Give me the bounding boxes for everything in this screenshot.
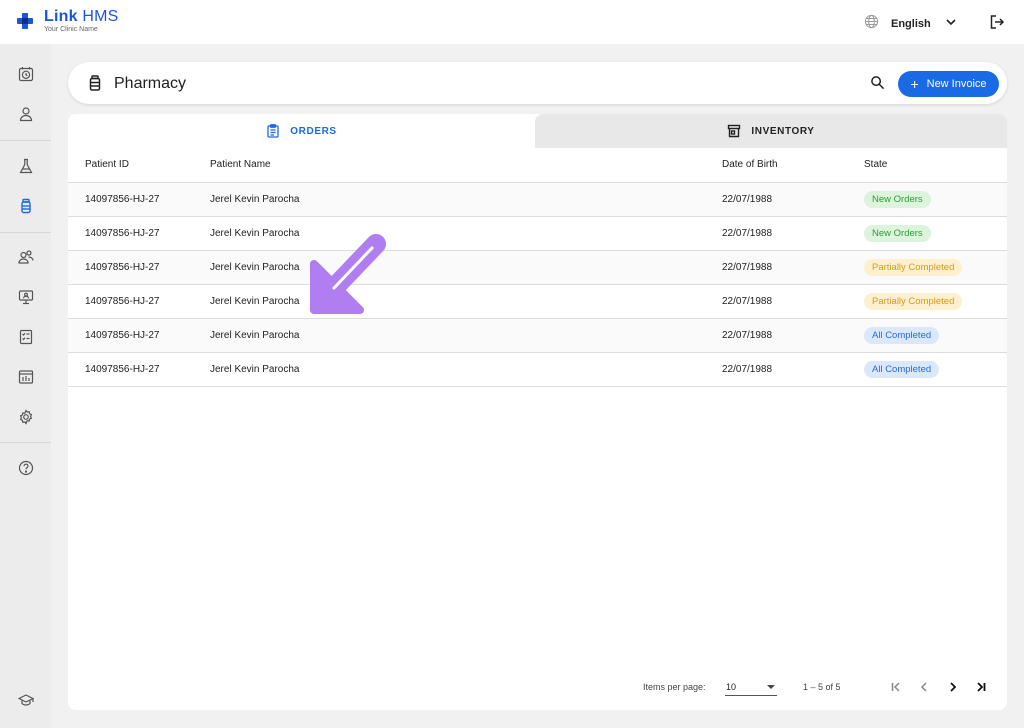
orders-table: Patient ID Patient Name Date of Birth St… <box>68 148 1007 387</box>
gear-icon[interactable] <box>13 404 39 430</box>
column-header-patient-id[interactable]: Patient ID <box>68 148 210 183</box>
column-header-state[interactable]: State <box>864 148 1007 183</box>
language-selector[interactable]: English <box>864 14 957 34</box>
items-per-page-label: Items per page: <box>643 682 706 692</box>
date-of-birth-cell: 22/07/1988 <box>722 250 864 285</box>
flask-icon[interactable] <box>13 153 39 179</box>
monitor-icon[interactable] <box>13 284 39 310</box>
search-icon[interactable] <box>870 75 885 95</box>
state-cell: Partially Completed <box>864 250 1007 285</box>
tab-inventory[interactable]: INVENTORY <box>535 114 1007 148</box>
patient-name-cell: Jerel Kevin Parocha <box>210 318 722 353</box>
pointer-arrow-icon <box>300 226 400 323</box>
tab-orders[interactable]: ORDERS <box>68 114 535 148</box>
patient-id-cell: 14097856-HJ-27 <box>68 284 210 319</box>
report-icon[interactable] <box>13 324 39 350</box>
plus-icon: + <box>910 76 919 92</box>
state-cell: New Orders <box>864 216 1007 251</box>
page-title: Pharmacy <box>114 75 187 92</box>
patient-name-cell: Jerel Kevin Parocha <box>210 216 722 251</box>
table-row[interactable]: 14097856-HJ-27 Jerel Kevin Parocha 22/07… <box>68 182 1007 217</box>
globe-icon <box>864 14 879 34</box>
state-cell: All Completed <box>864 352 1007 387</box>
table-row[interactable]: 14097856-HJ-27 Jerel Kevin Parocha 22/07… <box>68 250 1007 285</box>
table-row[interactable]: 14097856-HJ-27 Jerel Kevin Parocha 22/07… <box>68 318 1007 353</box>
column-header-date-of-birth[interactable]: Date of Birth <box>722 148 864 183</box>
patient-id-cell: 14097856-HJ-27 <box>68 318 210 353</box>
logout-icon[interactable] <box>989 14 1005 35</box>
tab-inventory-label: INVENTORY <box>751 125 815 137</box>
patient-name-cell: Jerel Kevin Parocha <box>210 182 722 217</box>
chart-icon[interactable] <box>13 364 39 390</box>
help-icon[interactable] <box>13 455 39 481</box>
patient-id-cell: 14097856-HJ-27 <box>68 216 210 251</box>
patient-id-cell: 14097856-HJ-27 <box>68 182 210 217</box>
status-badge: New Orders <box>864 190 931 208</box>
caret-down-icon <box>767 685 775 689</box>
state-cell: All Completed <box>864 318 1007 353</box>
graduation-cap-icon[interactable] <box>13 687 39 713</box>
last-page-icon[interactable] <box>973 678 989 696</box>
first-page-icon[interactable] <box>888 678 904 696</box>
state-cell: Partially Completed <box>864 284 1007 319</box>
previous-page-icon[interactable] <box>916 678 932 696</box>
table-row[interactable]: 14097856-HJ-27 Jerel Kevin Parocha 22/07… <box>68 352 1007 387</box>
table-row[interactable]: 14097856-HJ-27 Jerel Kevin Parocha 22/07… <box>68 284 1007 319</box>
status-badge: All Completed <box>864 360 940 378</box>
date-of-birth-cell: 22/07/1988 <box>722 318 864 353</box>
medicine-bottle-icon <box>88 75 102 96</box>
store-icon <box>727 124 741 138</box>
sidebar-divider <box>0 232 51 233</box>
patient-name-cell: Jerel Kevin Parocha <box>210 250 722 285</box>
page-header: Pharmacy + New Invoice <box>68 62 1007 104</box>
patient-name-cell: Jerel Kevin Parocha <box>210 352 722 387</box>
users-icon[interactable] <box>13 244 39 270</box>
app-logo[interactable]: Link HMS Your Clinic Name <box>16 9 119 33</box>
date-of-birth-cell: 22/07/1988 <box>722 352 864 387</box>
new-invoice-button[interactable]: + New Invoice <box>898 71 999 97</box>
table-header-row: Patient ID Patient Name Date of Birth St… <box>68 148 1007 183</box>
status-badge: Partially Completed <box>864 258 963 276</box>
chevron-down-icon <box>945 15 957 33</box>
pagination: Items per page: 10 1 – 5 of 5 <box>68 678 1007 698</box>
patient-name-cell: Jerel Kevin Parocha <box>210 284 722 319</box>
language-label: English <box>891 18 931 30</box>
next-page-icon[interactable] <box>945 678 961 696</box>
patient-id-cell: 14097856-HJ-27 <box>68 250 210 285</box>
status-badge: New Orders <box>864 224 931 242</box>
tab-bar: ORDERS INVENTORY <box>68 114 1007 148</box>
table-row[interactable]: 14097856-HJ-27 Jerel Kevin Parocha 22/07… <box>68 216 1007 251</box>
patient-id-cell: 14097856-HJ-27 <box>68 352 210 387</box>
items-per-page-select[interactable]: 10 <box>725 678 777 696</box>
clipboard-icon <box>266 124 280 138</box>
date-of-birth-cell: 22/07/1988 <box>722 216 864 251</box>
brand-name: Link HMS <box>44 8 119 25</box>
items-per-page-value: 10 <box>726 682 737 692</box>
page-range: 1 – 5 of 5 <box>803 682 841 692</box>
tab-orders-label: ORDERS <box>290 125 337 137</box>
medicine-bottle-icon[interactable] <box>13 193 39 219</box>
state-cell: New Orders <box>864 182 1007 217</box>
orders-panel: ORDERS INVENTORY Patient ID Patient Name… <box>68 114 1007 710</box>
new-invoice-label: New Invoice <box>926 78 987 90</box>
clinic-name: Your Clinic Name <box>44 26 98 33</box>
column-header-patient-name[interactable]: Patient Name <box>210 148 722 183</box>
sidebar-divider <box>0 442 51 443</box>
status-badge: Partially Completed <box>864 292 963 310</box>
user-icon[interactable] <box>13 101 39 127</box>
top-bar: Link HMS Your Clinic Name English <box>0 0 1024 44</box>
date-of-birth-cell: 22/07/1988 <box>722 284 864 319</box>
sidebar <box>0 44 51 728</box>
status-badge: All Completed <box>864 326 940 344</box>
date-of-birth-cell: 22/07/1988 <box>722 182 864 217</box>
sidebar-divider <box>0 140 51 141</box>
clock-icon[interactable] <box>13 61 39 87</box>
medical-cross-icon <box>16 12 34 30</box>
